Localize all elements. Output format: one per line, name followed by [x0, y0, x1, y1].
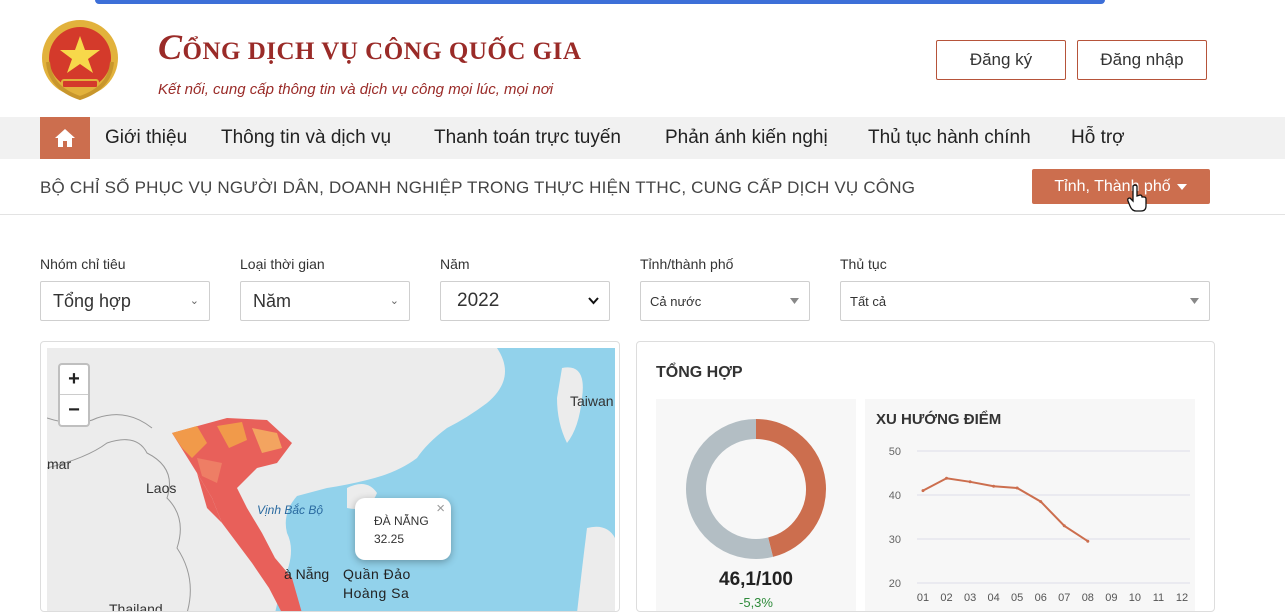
trend-point: [921, 489, 925, 493]
time-type-select-value: Năm: [253, 290, 292, 311]
map-label-laos: Laos: [146, 480, 177, 496]
site-subtitle: Kết nối, cung cấp thông tin và dịch vụ c…: [158, 81, 554, 98]
map-card: mar Laos Vịnh Bắc Bộ Taiwan à Nẵng Quần …: [40, 341, 620, 612]
summary-card: TỔNG HỢP 46,1/100 -5,3% XU HƯỚNG ĐIỂM 20…: [636, 341, 1215, 612]
x-tick-label: 03: [964, 592, 976, 604]
year-select[interactable]: 2022: [440, 281, 610, 321]
province-map[interactable]: mar Laos Vịnh Bắc Bộ Taiwan à Nẵng Quần …: [47, 348, 615, 612]
map-zoom-control: + −: [58, 363, 90, 427]
time-type-select[interactable]: Năm ⌄: [240, 281, 410, 321]
y-tick-label: 50: [889, 446, 901, 458]
index-title: BỘ CHỈ SỐ PHỤC VỤ NGƯỜI DÂN, DOANH NGHIỆ…: [40, 178, 916, 197]
trend-point: [992, 484, 996, 488]
main-navigation: Giới thiệu Thông tin và dịch vụ Thanh to…: [0, 117, 1285, 159]
x-tick-label: 02: [940, 592, 952, 604]
province-button-label: Tỉnh, Thành phố: [1054, 177, 1171, 195]
x-tick-label: 10: [1129, 592, 1141, 604]
total-score: 46,1/100: [719, 569, 793, 590]
popup-province-score: 32.25: [374, 532, 405, 546]
x-tick-label: 09: [1105, 592, 1117, 604]
procedure-select[interactable]: Tất cả: [840, 281, 1210, 321]
x-tick-label: 06: [1035, 592, 1047, 604]
group-select-value: Tổng hợp: [53, 290, 131, 311]
nav-item-introduction[interactable]: Giới thiệu: [105, 117, 187, 159]
year-filter-label: Năm: [440, 256, 470, 272]
score-change: -5,3%: [739, 595, 773, 610]
zoom-out-button[interactable]: −: [60, 395, 88, 425]
zoom-in-button[interactable]: +: [60, 365, 88, 395]
trend-point: [968, 480, 972, 484]
donut-slice-score: [755, 419, 826, 557]
x-tick-label: 07: [1058, 592, 1070, 604]
x-tick-label: 04: [988, 592, 1000, 604]
y-tick-label: 30: [889, 534, 901, 546]
group-select[interactable]: Tổng hợp ⌄: [40, 281, 210, 321]
time-type-filter-label: Loại thời gian: [240, 256, 325, 272]
chevron-down-icon: ⌄: [389, 295, 399, 307]
hand-cursor-icon: [1127, 184, 1147, 212]
province-select-value: Cả nước: [650, 293, 702, 309]
caret-down-icon: [1176, 183, 1187, 190]
site-title[interactable]: CỔNG DỊCH VỤ CÔNG QUỐC GIA: [158, 26, 581, 68]
trend-series-line: [922, 477, 1089, 543]
site-header: CỔNG DỊCH VỤ CÔNG QUỐC GIA Kết nối, cung…: [0, 0, 1285, 117]
y-tick-label: 20: [889, 578, 901, 590]
index-subheader: BỘ CHỈ SỐ PHỤC VỤ NGƯỜI DÂN, DOANH NGHIỆ…: [0, 159, 1285, 215]
province-filter-label: Tỉnh/thành phố: [640, 256, 734, 272]
procedure-select-value: Tất cả: [850, 293, 887, 309]
nav-item-online-payment[interactable]: Thanh toán trực tuyến: [434, 117, 621, 159]
map-popup: × ĐÀ NẴNG 32.25: [355, 498, 451, 560]
chevron-down-icon: [588, 297, 599, 305]
province-select[interactable]: Cả nước: [640, 281, 810, 321]
map-label-myanmar: mar: [47, 456, 72, 472]
nav-item-info-services[interactable]: Thông tin và dịch vụ: [221, 117, 391, 159]
home-icon: [55, 129, 75, 147]
trend-point: [1086, 539, 1090, 543]
map-label-taiwan: Taiwan: [570, 393, 614, 409]
trend-panel: XU HƯỚNG ĐIỂM 20 30 40 50 01 02 03 04 05 06 07 08 09…: [865, 399, 1195, 611]
trend-point: [945, 476, 949, 480]
donut-slice-remaining: [686, 419, 773, 559]
year-select-value: 2022: [457, 290, 500, 311]
score-donut-chart: [686, 419, 826, 559]
caret-down-icon: [790, 298, 799, 304]
map-label-gulf-of-tonkin: Vịnh Bắc Bộ: [257, 503, 324, 517]
trend-line-chart: 20 30 40 50 01 02 03 04 05 06 07 08 09 10 11 12: [889, 446, 1190, 604]
login-button[interactable]: Đăng nhập: [1077, 40, 1207, 80]
close-icon[interactable]: ×: [436, 500, 445, 518]
x-tick-label: 08: [1082, 592, 1094, 604]
map-label-thailand: Thailand: [109, 601, 163, 612]
procedure-filter-label: Thủ tục: [840, 256, 887, 272]
map-label-danang: à Nẵng: [284, 566, 330, 582]
x-tick-label: 12: [1176, 592, 1188, 604]
summary-title: TỔNG HỢP: [656, 364, 743, 381]
map-label-paracel-1: Quần Đảo: [343, 566, 411, 582]
x-tick-label: 11: [1153, 592, 1164, 604]
score-donut-panel: 46,1/100 -5,3%: [656, 399, 856, 611]
map-label-paracel-2: Hoàng Sa: [343, 585, 410, 601]
nav-item-feedback[interactable]: Phản ánh kiến nghị: [665, 117, 828, 159]
x-tick-label: 05: [1011, 592, 1023, 604]
group-filter-label: Nhóm chỉ tiêu: [40, 256, 126, 272]
caret-down-icon: [1190, 298, 1199, 304]
x-tick-label: 01: [917, 592, 929, 604]
y-tick-label: 40: [889, 490, 901, 502]
province-dropdown-button[interactable]: Tỉnh, Thành phố: [1032, 169, 1210, 204]
nav-item-support[interactable]: Hỗ trợ: [1071, 117, 1125, 159]
trend-point: [1039, 500, 1043, 504]
trend-point: [1062, 524, 1066, 528]
register-button[interactable]: Đăng ký: [936, 40, 1066, 80]
trend-point: [1015, 486, 1019, 490]
chevron-down-icon: ⌄: [189, 295, 199, 307]
nav-item-procedures[interactable]: Thủ tục hành chính: [868, 117, 1031, 159]
national-emblem-icon[interactable]: [40, 18, 120, 102]
home-button[interactable]: [40, 117, 90, 159]
